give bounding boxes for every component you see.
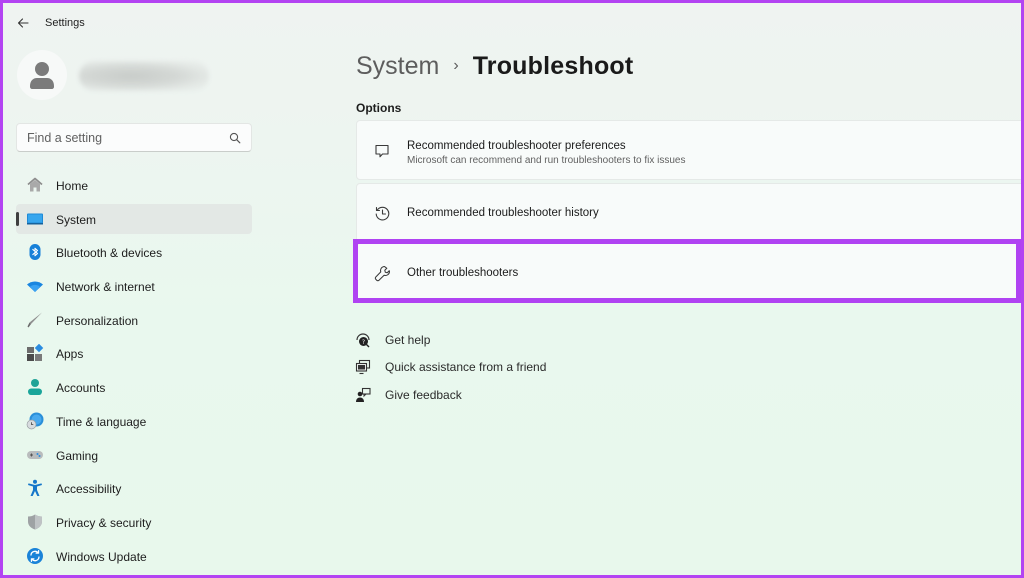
sidebar-item-personalization[interactable]: Personalization (16, 305, 252, 335)
wrench-icon (373, 264, 391, 282)
title-bar: Settings (3, 3, 1021, 43)
back-button[interactable] (15, 15, 31, 31)
option-title: Recommended troubleshooter history (407, 207, 599, 219)
sidebar-nav: Home System Bluetooth & devices Network … (16, 170, 252, 574)
wifi-icon (26, 277, 44, 295)
option-recommended-history[interactable]: Recommended troubleshooter history (356, 183, 1021, 243)
bluetooth-icon (26, 243, 44, 261)
option-other-troubleshooters[interactable]: Other troubleshooters (356, 243, 1021, 301)
shield-icon (26, 513, 44, 531)
sidebar-item-system[interactable]: System (16, 203, 252, 234)
sidebar-item-windows-update[interactable]: Windows Update (16, 541, 252, 571)
system-icon (26, 210, 44, 228)
sidebar-item-privacy-security[interactable]: Privacy & security (16, 507, 252, 537)
search-input[interactable] (17, 130, 217, 145)
globe-clock-icon (26, 412, 44, 430)
settings-window: Settings Home System (3, 3, 1021, 575)
option-recommended-preferences[interactable]: Recommended troubleshooter preferences M… (356, 120, 1021, 180)
update-icon (26, 547, 44, 565)
breadcrumb-separator: › (453, 56, 459, 74)
quick-assist-icon (355, 359, 371, 375)
active-indicator (16, 211, 19, 226)
option-subtitle: Microsoft can recommend and run troubles… (407, 155, 686, 166)
gamepad-icon (26, 446, 44, 464)
give-feedback-link[interactable]: Give feedback (355, 381, 546, 409)
breadcrumb: System › Troubleshoot (356, 52, 633, 81)
sidebar-item-network-internet[interactable]: Network & internet (16, 271, 252, 301)
sidebar-item-gaming[interactable]: Gaming (16, 440, 252, 470)
person-icon (30, 62, 54, 89)
quick-assistance-link[interactable]: Quick assistance from a friend (355, 354, 546, 382)
sidebar-item-accessibility[interactable]: Accessibility (16, 473, 252, 503)
avatar[interactable] (17, 50, 67, 100)
search-icon[interactable] (229, 132, 241, 144)
back-arrow-icon (17, 18, 29, 28)
sidebar-item-time-language[interactable]: Time & language (16, 406, 252, 436)
accounts-icon (26, 378, 44, 396)
option-title: Other troubleshooters (407, 267, 519, 279)
svg-text:?: ? (362, 339, 365, 346)
chat-bubble-icon (373, 142, 391, 160)
feedback-icon (355, 387, 371, 403)
app-title: Settings (45, 17, 85, 29)
profile-name-redacted (79, 61, 209, 91)
history-icon (373, 204, 391, 222)
get-help-link[interactable]: ? Get help (355, 326, 546, 354)
sidebar-item-bluetooth-devices[interactable]: Bluetooth & devices (16, 237, 252, 267)
section-title-options: Options (356, 101, 402, 115)
brush-icon (26, 311, 44, 329)
sidebar-item-apps[interactable]: Apps (16, 338, 252, 368)
help-links: ? Get help Quick assistance from a frien… (355, 326, 546, 409)
home-icon (26, 176, 44, 194)
option-title: Recommended troubleshooter preferences (407, 140, 626, 152)
search-box[interactable] (16, 123, 252, 152)
get-help-icon: ? (355, 332, 371, 348)
page-title: Troubleshoot (472, 52, 634, 80)
accessibility-icon (26, 479, 44, 497)
sidebar-item-accounts[interactable]: Accounts (16, 372, 252, 402)
apps-icon (26, 344, 44, 362)
breadcrumb-system[interactable]: System (356, 52, 439, 81)
sidebar-item-home[interactable]: Home (16, 170, 252, 200)
